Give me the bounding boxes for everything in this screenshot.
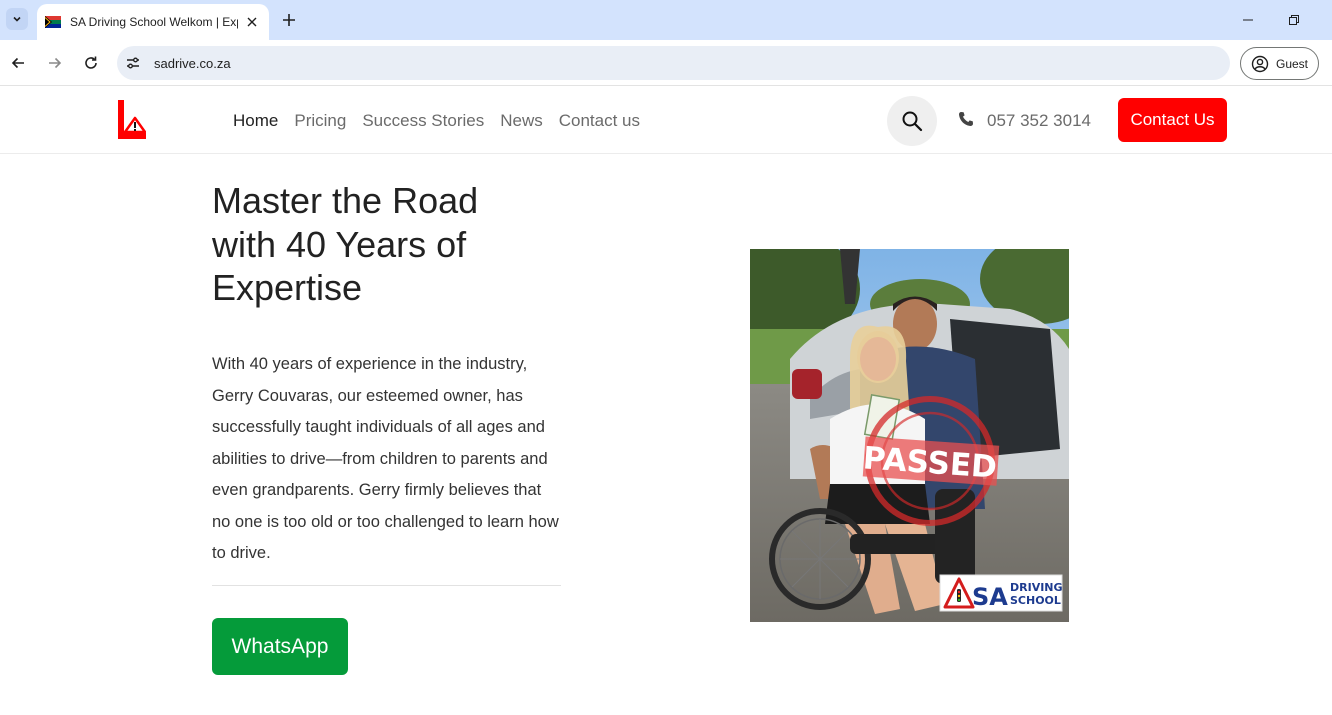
plus-icon[interactable] [279,10,299,30]
hero-title-line: with 40 Years of [212,223,467,265]
nav-contact[interactable]: Contact us [559,111,640,131]
site-header: Home Pricing Success Stories News Contac… [0,87,1332,154]
whatsapp-button[interactable]: WhatsApp [212,618,348,675]
favicon-sa-flag [45,16,61,28]
browser-tab[interactable]: SA Driving School Welkom | Expertise [37,4,269,40]
forward-arrow-icon[interactable] [43,51,67,75]
browser-toolbar: sadrive.co.za Guest [0,40,1332,86]
address-bar[interactable]: sadrive.co.za [117,46,1230,80]
sa-driving-school-badge: SA DRIVING SCHOOL [939,574,1063,612]
back-arrow-icon[interactable] [6,51,30,75]
profile-label: Guest [1276,56,1309,71]
hero-photo: PASSED SA DRIVING SCHOOL [750,249,1069,622]
tab-list-icon [13,16,21,22]
nav-success-stories[interactable]: Success Stories [362,111,484,131]
hero-title-line: Master the Road [212,180,479,221]
close-icon[interactable] [243,13,261,31]
tab-list-button[interactable] [6,8,28,30]
tab-title: SA Driving School Welkom | Expertise [70,15,238,29]
reload-icon[interactable] [79,51,103,75]
phone-icon [959,112,973,126]
hero-title: Master the Road with 40 Years of Experti… [212,179,552,310]
hero-title-line: Expertise [212,267,363,308]
url-text: sadrive.co.za [154,55,231,71]
search-button[interactable] [887,96,937,146]
main-nav: Home Pricing Success Stories News Contac… [233,111,640,131]
nav-pricing[interactable]: Pricing [294,111,346,131]
site-info-icon[interactable] [120,50,146,76]
badge-line1: DRIVING [1010,581,1063,594]
divider [212,585,561,586]
browser-tab-strip: SA Driving School Welkom | Expertise [0,0,1332,40]
badge-prefix: SA [972,583,1008,611]
badge-line2: SCHOOL [1010,594,1061,607]
nav-home[interactable]: Home [233,111,278,131]
phone-number[interactable]: 057 352 3014 [987,111,1091,131]
site-logo[interactable] [118,100,146,139]
search-icon [902,111,923,132]
contact-us-button[interactable]: Contact Us [1118,98,1227,142]
profile-icon [1251,55,1269,72]
minimize-icon[interactable] [1238,12,1258,28]
restore-icon[interactable] [1284,12,1304,28]
profile-button[interactable]: Guest [1240,47,1319,80]
nav-news[interactable]: News [500,111,543,131]
hero-description: With 40 years of experience in the indus… [212,355,559,562]
